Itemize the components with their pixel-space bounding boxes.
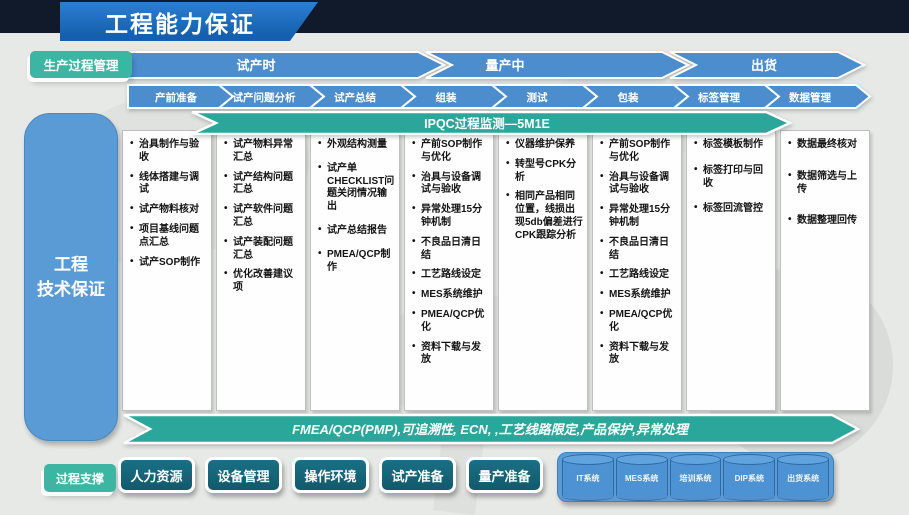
step-label: 数据管理 bbox=[788, 91, 831, 104]
bullet-item: PMEA/QCP优化 bbox=[411, 309, 489, 335]
column-trial-summary: 外观结构测量试产单CHECKLIST问题关闭情况输出试产总结报告 PMEA/QCP… bbox=[310, 130, 400, 411]
title-banner: 工程能力保证 bbox=[60, 2, 318, 41]
bullet-item: 产前SOP制作与优化 bbox=[411, 139, 489, 165]
bullet-item: 数据整理回传 bbox=[787, 215, 865, 228]
process-support-label-text: 过程支撑 bbox=[56, 470, 104, 487]
bullet-item: 试产SOP制作 bbox=[129, 257, 207, 270]
fmea-banner-label: FMEA/QCP(PMP),可追溯性, ECN, ,工艺线路限定,产品保护,异常… bbox=[292, 422, 690, 437]
bullet-item: 数据最终核对 bbox=[787, 139, 865, 152]
bullet-item: 试产单CHECKLIST问题关闭情况输出 bbox=[317, 163, 395, 214]
bullet-item: 工艺路线设定 bbox=[411, 269, 489, 282]
bullet-item: 产前SOP制作与优化 bbox=[599, 139, 677, 165]
bullet-item: 外观结构测量 bbox=[317, 139, 395, 152]
bullet-item: 资料下载与发放 bbox=[599, 342, 677, 368]
cylinder-label: MES系统 bbox=[617, 459, 667, 497]
step-label: 测试 bbox=[527, 91, 548, 104]
bullet-item: PMEA/QCP优化 bbox=[599, 309, 677, 335]
column-packaging: 产前SOP制作与优化治具与设备调试与验收异常处理15分钟机制不良品日清日结工艺路… bbox=[592, 130, 682, 411]
cylinder-it-system: IT系统 bbox=[562, 459, 614, 497]
cylinder-training-system: 培训系统 bbox=[670, 459, 722, 497]
column-assembly: 产前SOP制作与优化治具与设备调试与验收异常处理15分钟机制不良品日清日结工艺路… bbox=[404, 130, 494, 411]
systems-container: IT系统 MES系统 培训系统 DIP系统 出货系统 bbox=[557, 452, 834, 502]
fmea-banner-row: FMEA/QCP(PMP),可追溯性, ECN, ,工艺线路限定,产品保护,异常… bbox=[0, 413, 909, 445]
step-label: 标签管理 bbox=[697, 91, 740, 104]
cylinder-shipment-system: 出货系统 bbox=[777, 459, 829, 497]
engineering-guarantee-line1: 工程 bbox=[54, 252, 88, 278]
step-arrow-row: 产前准备 试产问题分析 试产总结 组装 测试 包装 标签管理 数据管理 bbox=[0, 83, 909, 110]
bullet-item: 治具与设备调试与验收 bbox=[599, 172, 677, 198]
ipqc-banner-label: IPQC过程监测—5M1E bbox=[424, 116, 550, 131]
column-trial-issue-analysis: 试产物料异常汇总试产结构问题汇总试产软件问题汇总试产装配问题汇总优化改善建议项 bbox=[216, 130, 306, 411]
phase-label: 量产中 bbox=[485, 58, 524, 73]
process-management-label-text: 生产过程管理 bbox=[43, 55, 118, 74]
support-button-row: 人力资源 设备管理 操作环境 试产准备 量产准备 bbox=[118, 457, 543, 493]
bullet-item: 不良品日清日结 bbox=[411, 237, 489, 263]
column-pre-production: 治具制作与验收线体搭建与调试试产物料核对项目基线问题点汇总试产SOP制作 bbox=[122, 130, 212, 411]
ipqc-banner-row: IPQC过程监测—5M1E bbox=[0, 111, 909, 135]
process-support-label: 过程支撑 bbox=[44, 464, 116, 492]
phase-arrow-row: 试产时 量产中 出货 bbox=[0, 50, 909, 80]
bullet-item: PMEA/QCP制作 bbox=[317, 249, 395, 275]
engineering-guarantee-line2: 技术保证 bbox=[37, 277, 105, 303]
cylinder-label: IT系统 bbox=[563, 459, 613, 497]
bullet-item: 异常处理15分钟机制 bbox=[411, 204, 489, 230]
bullet-item: 试产总结报告 bbox=[317, 225, 395, 238]
bullet-item: 标签模板制作 bbox=[693, 139, 771, 152]
bullet-item: 试产物料核对 bbox=[129, 204, 207, 217]
cylinder-label: DIP系统 bbox=[724, 459, 774, 497]
bullet-item: 优化改善建议项 bbox=[223, 269, 301, 295]
support-button-mass-production-preparation: 量产准备 bbox=[466, 457, 543, 493]
step-label: 试产问题分析 bbox=[233, 91, 296, 104]
phase-label: 试产时 bbox=[236, 58, 275, 73]
step-label: 包装 bbox=[618, 91, 639, 104]
cylinder-mes-system: MES系统 bbox=[616, 459, 668, 497]
support-button-equipment-management: 设备管理 bbox=[205, 457, 282, 493]
bullet-item: MES系统维护 bbox=[599, 289, 677, 302]
bullet-item: MES系统维护 bbox=[411, 289, 489, 302]
process-management-label: 生产过程管理 bbox=[30, 51, 132, 78]
bullet-item: 治具制作与验收 bbox=[129, 139, 207, 165]
bullet-item: 数据筛选与上传 bbox=[787, 171, 865, 197]
cylinder-dip-system: DIP系统 bbox=[723, 459, 775, 497]
bullet-item: 试产结构问题汇总 bbox=[223, 172, 301, 198]
cylinder-label: 培训系统 bbox=[671, 459, 721, 497]
bullet-item: 仪器维护保养 bbox=[505, 139, 583, 152]
bullet-item: 资料下载与发放 bbox=[411, 342, 489, 368]
bullet-item: 异常处理15分钟机制 bbox=[599, 204, 677, 230]
support-button-trial-preparation: 试产准备 bbox=[379, 457, 456, 493]
bullet-item: 线体搭建与调试 bbox=[129, 172, 207, 198]
bullet-item: 治具与设备调试与验收 bbox=[411, 172, 489, 198]
column-testing: 仪器维护保养转型号CPK分析相同产品相同位置，线损出现5db偏差进行CPK跟踪分… bbox=[498, 130, 588, 411]
bullet-item: 标签打印与回收 bbox=[693, 165, 771, 191]
engineering-guarantee-panel: 工程 技术保证 bbox=[24, 113, 118, 441]
step-label: 组装 bbox=[436, 91, 457, 104]
phase-arrow-mass-production bbox=[426, 52, 688, 78]
bullet-item: 项目基线问题点汇总 bbox=[129, 224, 207, 250]
page-title: 工程能力保证 bbox=[105, 5, 273, 39]
phase-arrow-trial bbox=[128, 52, 444, 78]
column-label-management: 标签模板制作标签打印与回收标签回流管控 bbox=[686, 130, 776, 411]
bullet-item: 工艺路线设定 bbox=[599, 269, 677, 282]
column-data-management: 数据最终核对数据筛选与上传数据整理回传 bbox=[780, 130, 870, 411]
cylinder-label: 出货系统 bbox=[778, 459, 828, 497]
phase-label: 出货 bbox=[751, 58, 777, 73]
support-button-operating-environment: 操作环境 bbox=[292, 457, 369, 493]
bullet-item: 标签回流管控 bbox=[693, 203, 771, 216]
bullet-item: 试产装配问题汇总 bbox=[223, 237, 301, 263]
support-button-human-resources: 人力资源 bbox=[118, 457, 195, 493]
bullet-item: 转型号CPK分析 bbox=[505, 159, 583, 185]
bullet-item: 相同产品相同位置，线损出现5db偏差进行CPK跟踪分析 bbox=[505, 191, 583, 242]
step-label: 产前准备 bbox=[155, 91, 197, 104]
bullet-item: 试产物料异常汇总 bbox=[223, 139, 301, 165]
bullet-item: 试产软件问题汇总 bbox=[223, 204, 301, 230]
bullet-item: 不良品日清日结 bbox=[599, 237, 677, 263]
task-columns: 治具制作与验收线体搭建与调试试产物料核对项目基线问题点汇总试产SOP制作 试产物… bbox=[122, 130, 870, 411]
step-label: 试产总结 bbox=[334, 91, 376, 104]
